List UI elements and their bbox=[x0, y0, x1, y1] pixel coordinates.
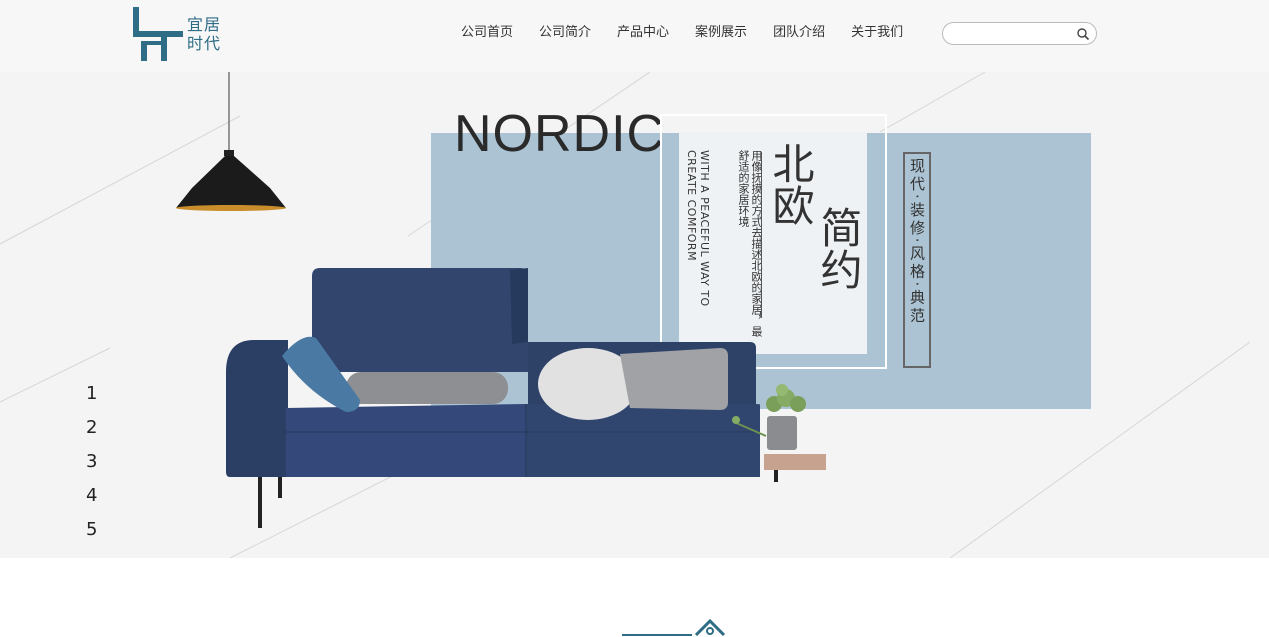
sofa-image bbox=[226, 268, 760, 528]
hero-heading-cn-2: 简约 bbox=[814, 206, 863, 290]
nav-item-home[interactable]: 公司首页 bbox=[448, 24, 526, 42]
hero-tag: 现代·装修·风格·典范 bbox=[908, 158, 926, 326]
pendant-lamp-image bbox=[176, 72, 286, 211]
nav-item-about-us[interactable]: 关于我们 bbox=[838, 24, 916, 42]
nav-item-products[interactable]: 产品中心 bbox=[604, 24, 682, 42]
slide-dot-5[interactable]: 5 bbox=[86, 513, 97, 547]
slide-pagination: 1 2 3 4 5 bbox=[86, 377, 97, 547]
search-icon[interactable] bbox=[1076, 27, 1090, 41]
logo-icon bbox=[133, 7, 183, 61]
plant-image bbox=[732, 384, 826, 482]
main-nav: 公司首页 公司简介 产品中心 案例展示 团队介绍 关于我们 bbox=[448, 24, 916, 42]
hero-heading-en: NORDIC bbox=[454, 105, 666, 163]
logo-text: 宜居 时代 bbox=[187, 15, 221, 53]
hero-banner: NORDIC WITH A PEACEFUL WAY TO CREATE COM… bbox=[0, 72, 1269, 558]
site-logo[interactable]: 宜居 时代 bbox=[133, 7, 233, 63]
nav-item-about-company[interactable]: 公司简介 bbox=[526, 24, 604, 42]
section-divider-icon bbox=[622, 618, 726, 637]
search-input[interactable] bbox=[951, 25, 1075, 42]
text-divider bbox=[761, 152, 762, 318]
site-header: 宜居 时代 公司首页 公司简介 产品中心 案例展示 团队介绍 关于我们 bbox=[0, 0, 1269, 72]
slide-dot-4[interactable]: 4 bbox=[86, 479, 97, 513]
logo-line-2: 时代 bbox=[187, 34, 222, 53]
slide-dot-3[interactable]: 3 bbox=[86, 445, 97, 479]
logo-line-1: 宜居 bbox=[187, 15, 222, 34]
search-box bbox=[942, 22, 1097, 45]
nav-item-cases[interactable]: 案例展示 bbox=[682, 24, 760, 42]
nav-item-team[interactable]: 团队介绍 bbox=[760, 24, 838, 42]
slide-dot-1[interactable]: 1 bbox=[86, 377, 97, 411]
hero-heading-cn-1: 北欧 bbox=[766, 142, 815, 226]
slide-dot-2[interactable]: 2 bbox=[86, 411, 97, 445]
